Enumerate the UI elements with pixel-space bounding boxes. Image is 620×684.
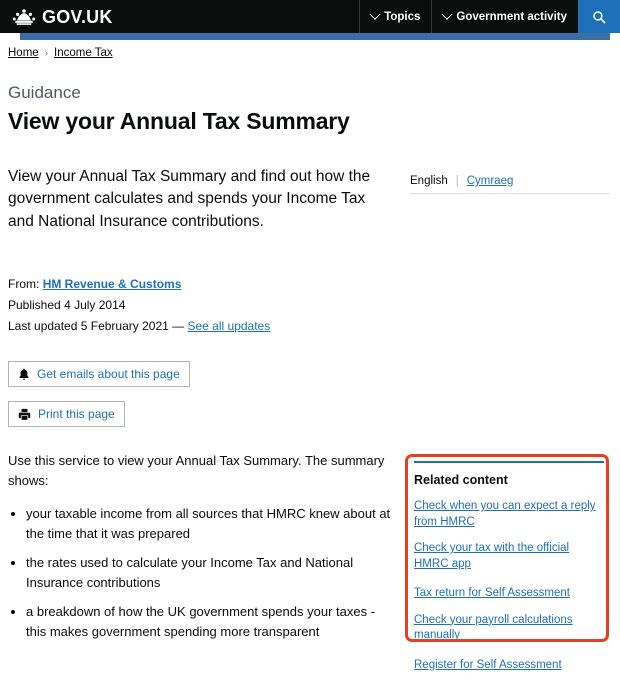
related-content-list: Check when you can expect a reply from H… [414,499,604,673]
chevron-down-icon [441,8,454,20]
related-content-title: Related content [414,473,508,487]
metadata-published-value: 4 July 2014 [64,297,126,312]
language-switcher: English | Cymraeg [410,175,610,194]
metadata-published-label: Published [8,297,61,312]
see-all-updates-link[interactable]: See all updates [188,319,271,333]
get-emails-button-label: Get emails about this page [37,367,180,382]
related-link-tax-return-self-assessment[interactable]: Tax return for Self Assessment [414,586,570,602]
summary-bullet-list: your taxable income from all sources tha… [8,504,398,641]
breadcrumb-item-income-tax[interactable]: Income Tax [54,47,113,59]
nav-item-government-activity[interactable]: Government activity [431,0,578,33]
metadata-from: From: HM Revenue & Customs [8,275,610,294]
related-link-expect-reply-hmrc[interactable]: Check when you can expect a reply from H… [414,499,604,530]
language-current: English [410,175,448,187]
list-item: Tax return for Self Assessment [414,583,604,602]
metadata-updated-dash: — [172,318,185,333]
metadata-updated-label: Last updated [8,318,78,333]
body-content: Use this service to view your Annual Tax… [8,451,398,641]
brand-name: GOV.UK [42,6,113,27]
metadata-from-label: From: [8,277,40,292]
list-item: Check when you can expect a reply from H… [414,499,604,530]
related-link-payroll-calculations[interactable]: Check your payroll calculations manually [414,613,604,644]
breadcrumb-item-home[interactable]: Home [8,47,39,59]
document-type-label: Guidance [8,83,81,102]
list-item: the rates used to calculate your Income … [26,553,398,592]
list-item: Register for Self Assessment [414,655,604,674]
language-separator: | [455,175,459,187]
print-page-button-label: Print this page [38,407,115,422]
crown-icon [12,8,36,26]
search-button[interactable] [578,0,620,33]
related-content-panel: Related content Check when you can expec… [414,461,604,684]
list-item: Check your payroll calculations manually [414,613,604,644]
search-icon [593,10,606,23]
metadata-last-updated: Last updated 5 February 2021 — See all u… [8,317,610,336]
printer-icon [18,408,31,420]
print-page-button[interactable]: Print this page [8,401,125,428]
list-item: a breakdown of how the UK government spe… [26,602,398,641]
nav-item-government-activity-label: Government activity [456,10,567,23]
metadata-from-link[interactable]: HM Revenue & Customs [43,277,182,291]
nav-item-topics[interactable]: Topics [359,0,431,33]
body-intro-text: Use this service to view your Annual Tax… [8,453,385,488]
breadcrumb-separator: › [44,47,49,59]
list-item: your taxable income from all sources tha… [26,504,398,543]
metadata-updated-value: 5 February 2021 [80,318,169,333]
chevron-down-icon [369,8,381,20]
gov-uk-logo[interactable]: GOV.UK [0,8,113,26]
get-emails-button[interactable]: Get emails about this page [8,361,190,388]
breadcrumb: Home › Income Tax [0,33,620,59]
related-link-hmrc-app[interactable]: Check your tax with the official HMRC ap… [414,541,604,572]
site-header: GOV.UK Topics Government activity [0,0,620,33]
publication-metadata: From: HM Revenue & Customs Published 4 J… [8,275,610,335]
main-content: English | Cymraeg Guidance View your Ann… [0,83,620,684]
bell-icon [19,368,29,380]
list-item: Check your tax with the official HMRC ap… [414,541,604,572]
language-link-cymraeg[interactable]: Cymraeg [467,175,514,187]
related-link-register-self-assessment[interactable]: Register for Self Assessment [414,658,562,674]
metadata-published: Published 4 July 2014 [8,296,610,315]
nav-item-topics-label: Topics [384,10,421,23]
header-navigation: Topics Government activity [359,0,620,33]
page-title: View your Annual Tax Summary [8,108,350,135]
page-lead-paragraph: View your Annual Tax Summary and find ou… [8,167,371,230]
